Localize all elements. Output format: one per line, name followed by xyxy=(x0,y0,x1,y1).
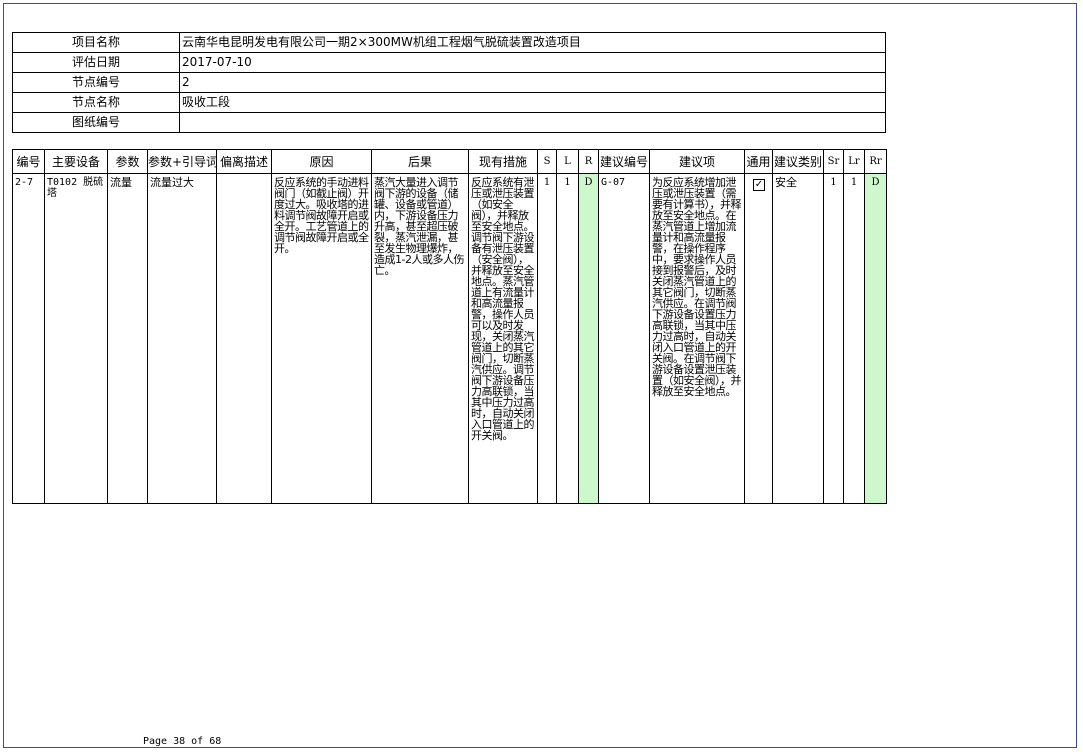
cell-parameter: 流量 xyxy=(107,173,148,504)
cell-sr: 1 xyxy=(823,173,844,504)
cell-id: 2-7 xyxy=(12,173,45,504)
col-header: L xyxy=(556,149,579,174)
hazop-table: 编号 主要设备 参数 参数+引导词 偏离描述 原因 后果 现有措施 S L R … xyxy=(12,149,887,504)
col-header: 主要设备 xyxy=(44,149,108,174)
col-header: Lr xyxy=(843,149,865,174)
col-header: 编号 xyxy=(12,149,45,174)
header-row: 编号 主要设备 参数 参数+引导词 偏离描述 原因 后果 现有措施 S L R … xyxy=(12,149,887,174)
page-number: Page 38 of 68 xyxy=(143,736,222,747)
col-header: Rr xyxy=(864,149,887,174)
cell-rr: D xyxy=(864,173,887,504)
col-header: 通用 xyxy=(744,149,773,174)
col-header: 参数 xyxy=(107,149,148,174)
cell-consequence: 蒸汽大量进入调节阀下游的设备（储罐、设备或管道）内，下游设备压力升高，甚至超压破… xyxy=(371,173,469,504)
col-header: 参数+引导词 xyxy=(147,149,217,174)
cell-cause: 反应系统的手动进料阀门（如截止阀）开度过大。吸收塔的进料调节阀故障开启或全开。工… xyxy=(271,173,372,504)
info-row: 节点名称 吸收工段 xyxy=(12,92,886,113)
cell-general: ✓ xyxy=(744,173,773,504)
table-row: 2-7 T0102 脱硫塔 流量 流量过大 反应系统的手动进料阀门（如截止阀）开… xyxy=(12,173,887,504)
cell-r: D xyxy=(578,173,599,504)
info-value: 云南华电昆明发电有限公司一期2×300MW机组工程烟气脱硫装置改造项目 xyxy=(179,32,886,53)
col-header: 原因 xyxy=(271,149,372,174)
info-value xyxy=(179,112,886,133)
cell-l: 1 xyxy=(556,173,579,504)
info-label: 图纸编号 xyxy=(12,112,180,133)
info-label: 节点编号 xyxy=(12,72,180,93)
cell-deviation xyxy=(216,173,272,504)
general-checkbox[interactable]: ✓ xyxy=(753,179,765,191)
info-label: 项目名称 xyxy=(12,32,180,53)
info-row: 图纸编号 xyxy=(12,112,886,133)
col-header: 建议编号 xyxy=(598,149,650,174)
cell-guideword: 流量过大 xyxy=(147,173,217,504)
info-value: 吸收工段 xyxy=(179,92,886,113)
project-info-table: 项目名称 云南华电昆明发电有限公司一期2×300MW机组工程烟气脱硫装置改造项目… xyxy=(12,32,886,133)
cell-lr: 1 xyxy=(843,173,865,504)
info-label: 节点名称 xyxy=(12,92,180,113)
col-header: 现有措施 xyxy=(468,149,538,174)
col-header: 后果 xyxy=(371,149,469,174)
info-value: 2 xyxy=(179,72,886,93)
col-header: Sr xyxy=(823,149,844,174)
info-value: 2017-07-10 xyxy=(179,52,886,73)
cell-equipment: T0102 脱硫塔 xyxy=(44,173,108,504)
cell-category: 安全 xyxy=(772,173,824,504)
info-row: 项目名称 云南华电昆明发电有限公司一期2×300MW机组工程烟气脱硫装置改造项目 xyxy=(12,32,886,53)
col-header: S xyxy=(537,149,557,174)
col-header: 偏离描述 xyxy=(216,149,272,174)
cell-recommendation: 为反应系统增加泄压或泄压装置（需要有计算书），并释放至安全地点。在蒸汽管道上增加… xyxy=(649,173,745,504)
cell-measures: 反应系统有泄压或泄压装置（如安全阀），并释放至安全地点。调节阀下游设备有泄压装置… xyxy=(468,173,538,504)
col-header: R xyxy=(578,149,599,174)
col-header: 建议类别 xyxy=(772,149,824,174)
col-header: 建议项 xyxy=(649,149,745,174)
cell-rec-id: G-07 xyxy=(598,173,650,504)
info-row: 评估日期 2017-07-10 xyxy=(12,52,886,73)
cell-s: 1 xyxy=(537,173,557,504)
info-label: 评估日期 xyxy=(12,52,180,73)
info-row: 节点编号 2 xyxy=(12,72,886,93)
